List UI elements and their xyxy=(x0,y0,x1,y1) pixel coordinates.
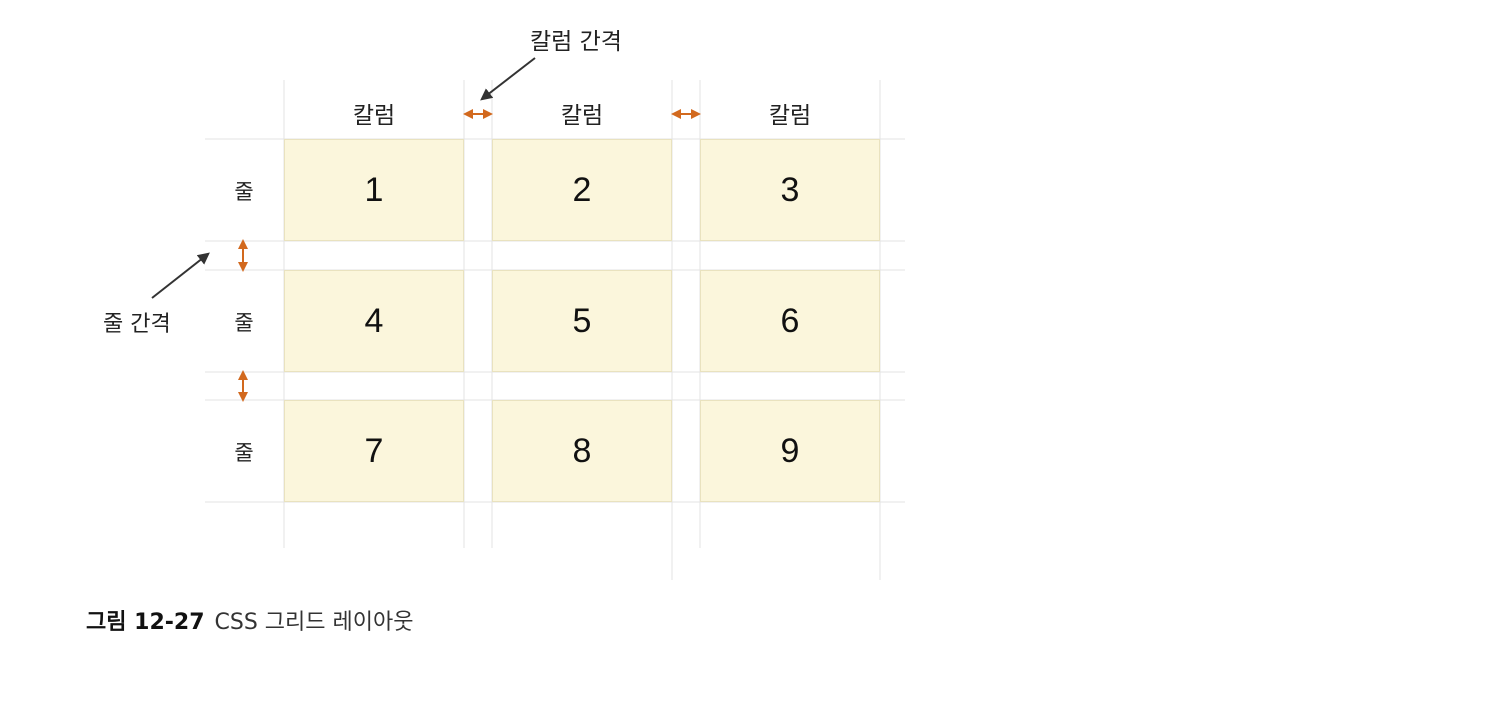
grid-cell-9: 9 xyxy=(700,400,880,502)
row-gap-label: 줄 간격 xyxy=(103,312,171,337)
css-grid-diagram: 칼럼 간격 줄 간격 칼럼 칼럼 칼럼 줄 줄 줄 1 2 3 4 5 6 7 … xyxy=(0,0,1504,706)
grid-cell-number: 4 xyxy=(364,301,384,340)
column-header-3: 칼럼 xyxy=(768,103,812,129)
grid-cell-3: 3 xyxy=(700,139,880,241)
grid-cell-8: 8 xyxy=(492,400,672,502)
grid-cell-number: 1 xyxy=(364,170,384,209)
grid-cell-number: 3 xyxy=(780,170,800,209)
row-header-3: 줄 xyxy=(234,441,254,465)
grid-cell-6: 6 xyxy=(700,270,880,372)
figure-number: 그림 12-27 xyxy=(86,610,205,635)
grid-cell-number: 2 xyxy=(572,170,592,209)
grid-cell-number: 6 xyxy=(780,301,800,340)
grid-cell-number: 7 xyxy=(364,431,384,470)
grid-cell-7: 7 xyxy=(284,400,464,502)
column-gap-pointer-arrow xyxy=(480,57,536,101)
grid-cell-number: 8 xyxy=(572,431,592,470)
column-gap-label: 칼럼 간격 xyxy=(530,29,622,55)
row-header-2: 줄 xyxy=(234,311,254,335)
grid-cell-4: 4 xyxy=(284,270,464,372)
figure-caption: 그림 12-27 CSS 그리드 레이아웃 xyxy=(86,604,413,636)
row-gap-pointer-arrow xyxy=(151,252,210,299)
grid-cell-number: 9 xyxy=(780,431,800,470)
grid-cell-1: 1 xyxy=(284,139,464,241)
column-header-1: 칼럼 xyxy=(352,103,396,129)
figure-caption-text: CSS 그리드 레이아웃 xyxy=(214,610,414,635)
grid-cell-2: 2 xyxy=(492,139,672,241)
column-header-2: 칼럼 xyxy=(560,103,604,129)
row-header-1: 줄 xyxy=(234,180,254,204)
grid-cell-number: 5 xyxy=(572,301,592,340)
grid-cell-5: 5 xyxy=(492,270,672,372)
